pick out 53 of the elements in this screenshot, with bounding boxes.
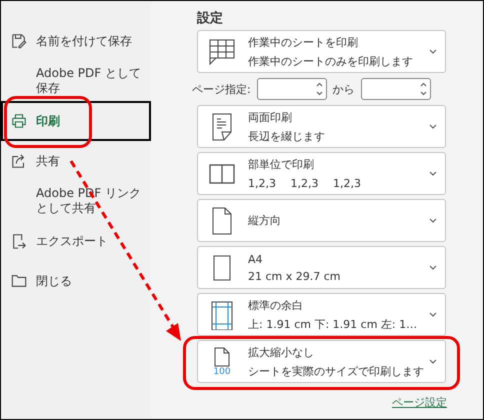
option-dropdown[interactable]: 部単位で印刷 1,2,3 1,2,3 1,2,3 <box>197 152 446 195</box>
option-dropdown[interactable]: 両面印刷 長辺を綴じます <box>197 105 446 148</box>
page-icon <box>213 346 231 366</box>
menu-item[interactable]: エクスポート <box>1 221 151 261</box>
chevron-down-icon <box>429 312 437 317</box>
spinner-icon <box>420 82 427 96</box>
option-dropdown[interactable]: 100 拡大縮小なし シートを実際のサイズで印刷します <box>197 340 446 383</box>
menu-item[interactable]: 共有 <box>1 141 151 181</box>
option-dropdown[interactable]: A4 21 cm x 29.7 cm <box>197 246 446 289</box>
option-title: 標準の余白 <box>248 298 304 312</box>
option-title: 作業中のシートを印刷 <box>248 34 359 50</box>
option-dropdown[interactable]: 作業中のシートを印刷 作業中のシートのみを印刷します <box>197 30 446 73</box>
spinner-icon <box>316 82 323 96</box>
option-description: 1,2,3 1,2,3 1,2,3 <box>248 176 362 190</box>
menu-item[interactable]: 印刷 <box>1 101 151 141</box>
page-number-field[interactable] <box>256 78 327 100</box>
printer-icon <box>11 112 28 130</box>
section-heading: 設定 <box>197 10 224 27</box>
option-dropdown[interactable]: 縦方向 <box>197 199 446 242</box>
chevron-down-icon <box>429 265 437 270</box>
chevron-down-icon <box>429 124 437 129</box>
sheet-grid-icon <box>208 36 236 66</box>
option-title: 両面印刷 <box>248 110 293 124</box>
scale-label: 100 <box>213 366 231 376</box>
option-description: 長辺を綴じます <box>248 128 326 144</box>
export-icon <box>11 232 28 250</box>
collate-pages-icon <box>208 162 236 186</box>
option-description: 上: 1.91 cm 下: 1.91 cm 左: 1… <box>248 316 418 332</box>
option-description: 作業中のシートのみを印刷します <box>248 54 414 68</box>
menu-item[interactable]: 名前を付けて保存 <box>1 21 151 61</box>
page-setup-link[interactable]: ページ設定 <box>392 395 447 410</box>
menu-item[interactable]: 閉じる <box>1 261 151 301</box>
option-title: A4 <box>248 252 264 266</box>
page-range-label: ページ指定: <box>192 82 251 96</box>
chevron-down-icon <box>429 218 437 223</box>
menu-item[interactable]: Adobe PDF として保存 <box>1 61 151 101</box>
duplex-page-icon <box>210 112 234 142</box>
option-title: 部単位で印刷 <box>248 156 315 172</box>
chevron-down-icon <box>429 359 437 364</box>
margins-icon <box>210 300 234 330</box>
portrait-page-icon <box>211 206 233 236</box>
option-title: 拡大縮小なし <box>248 344 315 360</box>
range-separator: から <box>332 82 355 96</box>
option-title: 縦方向 <box>248 213 282 228</box>
option-description: 21 cm x 29.7 cm <box>248 270 342 282</box>
paper-size-icon <box>212 254 232 282</box>
option-description: シートを実際のサイズで印刷します <box>248 364 425 378</box>
chevron-down-icon <box>429 171 437 176</box>
page-number-field[interactable] <box>360 78 431 100</box>
option-dropdown[interactable]: 標準の余白 上: 1.91 cm 下: 1.91 cm 左: 1… <box>197 293 446 336</box>
save-as-icon <box>11 32 28 50</box>
folder-icon <box>11 272 28 290</box>
chevron-down-icon <box>429 49 437 54</box>
